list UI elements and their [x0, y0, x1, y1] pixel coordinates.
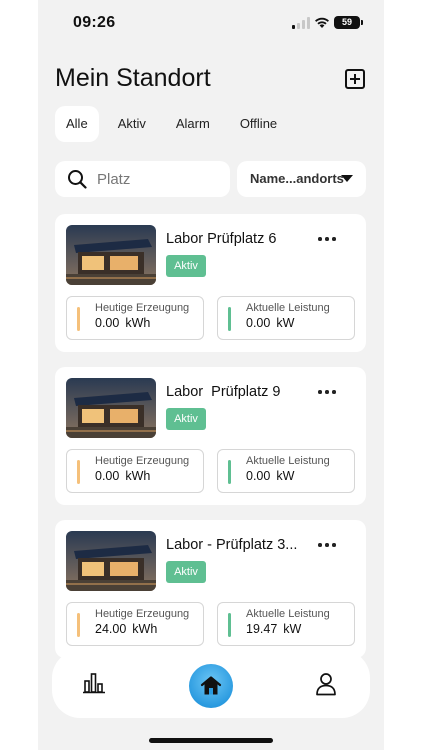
site-name: Labor Prüfplatz 6: [166, 231, 277, 247]
bottom-nav: [52, 650, 370, 718]
generation-box: Heutige Erzeugung 0.00 kWh: [66, 449, 204, 493]
generation-unit: kWh: [132, 622, 158, 636]
more-options-icon[interactable]: [318, 234, 336, 244]
power-value: 19.47 kW: [246, 622, 301, 636]
stats-icon[interactable]: [83, 672, 105, 694]
search-box: [55, 161, 230, 197]
generation-box: Heutige Erzeugung 24.00 kWh: [66, 602, 204, 646]
filter-tabs: Alle Aktiv Alarm Offline: [55, 106, 296, 142]
site-card[interactable]: Labor Prüfplatz 9 Aktiv Heutige Erzeugun…: [55, 367, 366, 505]
generation-label: Heutige Erzeugung: [95, 608, 190, 620]
generation-number: 0.00: [95, 316, 120, 330]
power-value: 0.00 kW: [246, 469, 294, 483]
site-name: Labor Prüfplatz 9: [166, 384, 281, 400]
power-bar: [228, 307, 231, 331]
generation-value: 0.00 kWh: [95, 316, 150, 330]
more-options-icon[interactable]: [318, 387, 336, 397]
cellular-signal-icon: [292, 17, 310, 29]
generation-value: 24.00 kWh: [95, 622, 157, 636]
power-box: Aktuelle Leistung 19.47 kW: [217, 602, 355, 646]
power-label: Aktuelle Leistung: [246, 608, 330, 620]
generation-number: 24.00: [95, 622, 127, 636]
app-screen: 09:26 59 Mein Standort Alle Aktiv Alarm …: [38, 0, 384, 750]
power-number: 0.00: [246, 469, 271, 483]
caret-down-icon: [341, 175, 353, 182]
power-bar: [228, 460, 231, 484]
tab-alarm[interactable]: Alarm: [165, 106, 221, 142]
status-time: 09:26: [73, 14, 116, 31]
tab-offline[interactable]: Offline: [229, 106, 288, 142]
power-number: 0.00: [246, 316, 271, 330]
sort-label: Name...andorts: [250, 171, 344, 186]
status-badge: Aktiv: [166, 255, 206, 277]
generation-value: 0.00 kWh: [95, 469, 150, 483]
wifi-icon: [315, 17, 329, 28]
generation-unit: kWh: [125, 316, 151, 330]
battery-icon: 59: [334, 16, 363, 29]
page-title: Mein Standort: [55, 64, 211, 92]
power-box: Aktuelle Leistung 0.00 kW: [217, 449, 355, 493]
search-input[interactable]: [97, 161, 222, 197]
power-box: Aktuelle Leistung 0.00 kW: [217, 296, 355, 340]
power-label: Aktuelle Leistung: [246, 302, 330, 314]
site-thumbnail: [66, 378, 156, 438]
home-button[interactable]: [189, 664, 233, 708]
more-options-icon[interactable]: [318, 540, 336, 550]
power-bar: [228, 613, 231, 637]
home-indicator[interactable]: [149, 738, 273, 743]
site-thumbnail: [66, 225, 156, 285]
site-card[interactable]: Labor - Prüfplatz 3... Aktiv Heutige Erz…: [55, 520, 366, 658]
site-name: Labor - Prüfplatz 3...: [166, 537, 298, 553]
generation-bar: [77, 460, 80, 484]
power-number: 19.47: [246, 622, 278, 636]
power-unit: kW: [283, 622, 302, 636]
tab-alle[interactable]: Alle: [55, 106, 99, 142]
site-thumbnail: [66, 531, 156, 591]
generation-box: Heutige Erzeugung 0.00 kWh: [66, 296, 204, 340]
status-badge: Aktiv: [166, 408, 206, 430]
generation-bar: [77, 613, 80, 637]
sort-dropdown[interactable]: Name...andorts: [237, 161, 366, 197]
tab-aktiv[interactable]: Aktiv: [107, 106, 157, 142]
generation-label: Heutige Erzeugung: [95, 302, 190, 314]
home-icon: [200, 676, 222, 695]
power-unit: kW: [276, 469, 295, 483]
power-unit: kW: [276, 316, 295, 330]
power-label: Aktuelle Leistung: [246, 455, 330, 467]
generation-bar: [77, 307, 80, 331]
generation-label: Heutige Erzeugung: [95, 455, 190, 467]
plus-square-icon[interactable]: [345, 69, 365, 89]
profile-icon[interactable]: [315, 672, 337, 696]
status-bar: 09:26 59: [38, 0, 384, 46]
generation-number: 0.00: [95, 469, 120, 483]
search-icon: [68, 170, 87, 189]
generation-unit: kWh: [125, 469, 151, 483]
site-card[interactable]: Labor Prüfplatz 6 Aktiv Heutige Erzeugun…: [55, 214, 366, 352]
status-badge: Aktiv: [166, 561, 206, 583]
power-value: 0.00 kW: [246, 316, 294, 330]
